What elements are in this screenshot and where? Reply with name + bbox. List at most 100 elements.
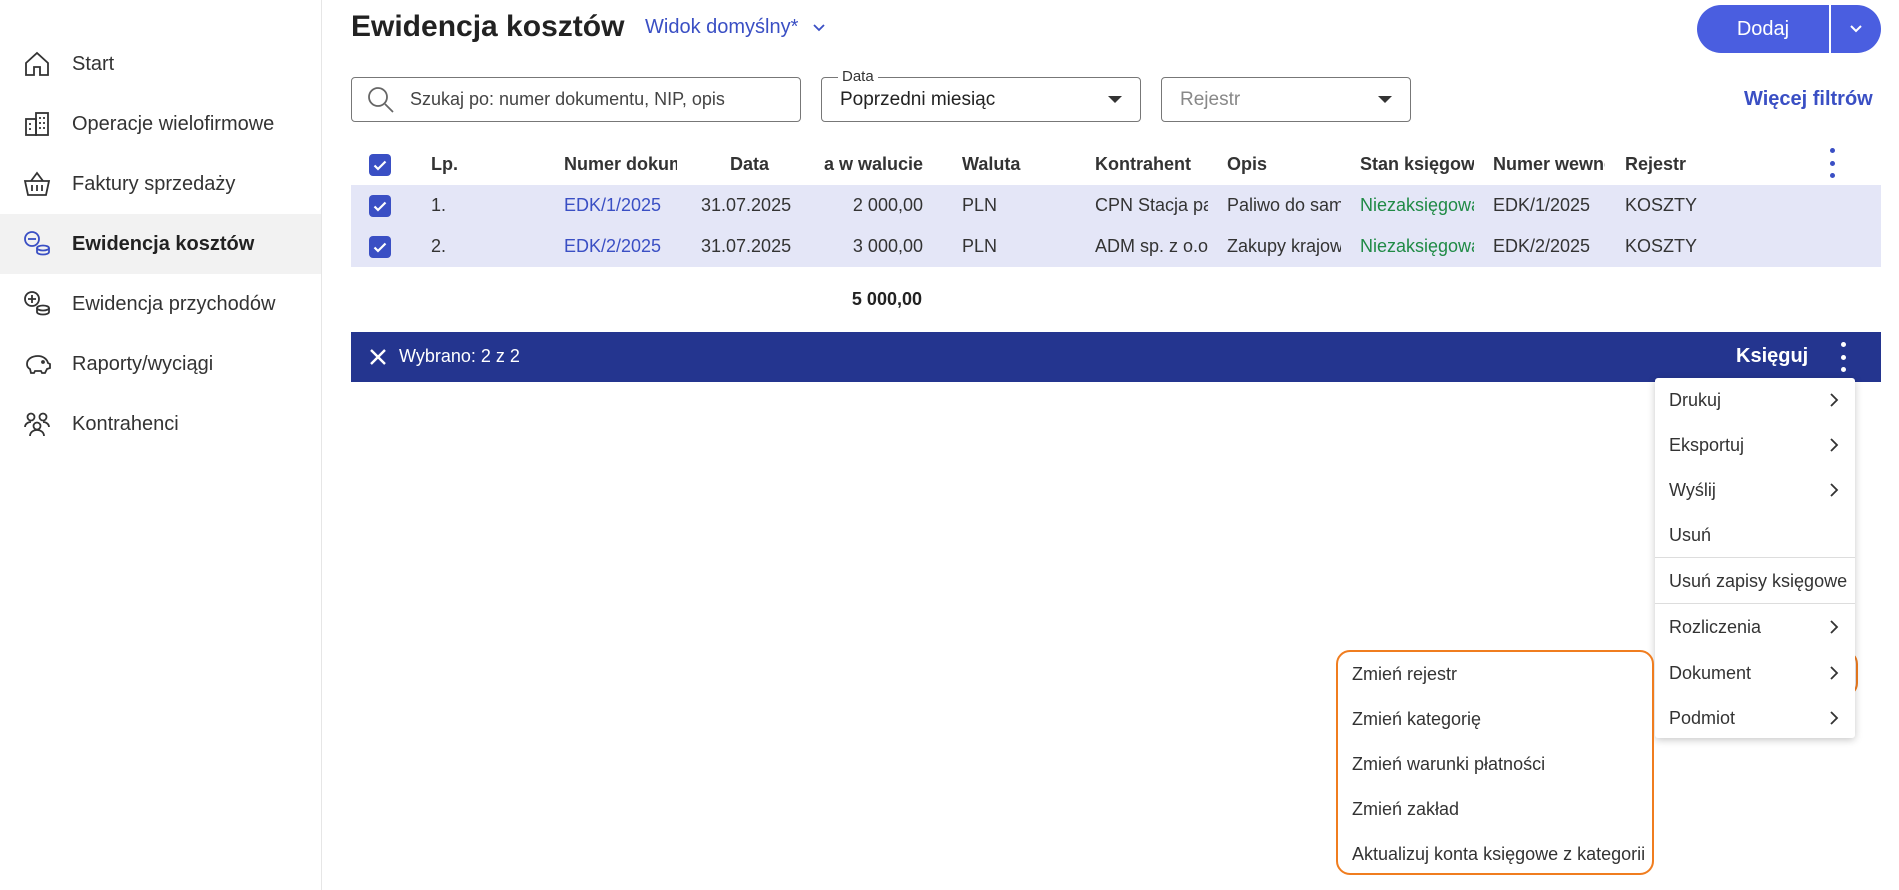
people-icon xyxy=(24,412,50,437)
cell-register: KOSZTY xyxy=(1625,195,1698,215)
column-header-internal-number[interactable]: Numer wewnę xyxy=(1493,154,1605,175)
sidebar-item-sales-invoices[interactable]: Faktury sprzedaży xyxy=(0,154,321,214)
cell-status: Niezaksięgowa xyxy=(1360,195,1474,215)
chevron-right-icon xyxy=(1830,483,1839,497)
add-options-button[interactable] xyxy=(1831,5,1881,53)
sidebar-item-costs[interactable]: Ewidencja kosztów xyxy=(0,214,321,274)
buildings-icon xyxy=(25,112,49,136)
submenu-item-change-payment-terms[interactable]: Zmień warunki płatności xyxy=(1338,742,1652,786)
table-total: 5 000,00 xyxy=(851,289,922,309)
cell-date: 31.07.2025 xyxy=(701,236,792,256)
post-button[interactable]: Księguj xyxy=(1736,345,1808,368)
register-filter[interactable]: Rejestr xyxy=(1161,77,1411,122)
cell-amount: 2 000,00 xyxy=(852,195,923,215)
cell-amount: 3 000,00 xyxy=(852,236,923,256)
cell-contractor: ADM sp. z o.o. xyxy=(1095,236,1208,256)
menu-item-label: Dokument xyxy=(1669,662,1752,683)
selection-count: Wybrano: 2 z 2 xyxy=(399,346,520,366)
sidebar-item-revenues[interactable]: Ewidencja przychodów xyxy=(0,274,321,334)
sidebar-item-contractors[interactable]: Kontrahenci xyxy=(0,394,321,454)
menu-item-document[interactable]: Dokument xyxy=(1655,651,1855,695)
add-button[interactable]: Dodaj xyxy=(1697,5,1831,53)
menu-item-label: Rozliczenia xyxy=(1669,616,1762,637)
chevron-right-icon xyxy=(1830,393,1839,407)
submenu-item-update-accounts[interactable]: Aktualizuj konta księgowe z kategorii xyxy=(1338,832,1652,876)
search-box xyxy=(351,77,801,122)
cell-contractor: CPN Stacja pa xyxy=(1095,195,1208,215)
column-header-register[interactable]: Rejestr xyxy=(1625,154,1725,175)
column-header-description[interactable]: Opis xyxy=(1227,154,1337,175)
column-header-contractor[interactable]: Kontrahent xyxy=(1095,154,1215,175)
cell-document-number[interactable]: EDK/2/2025 xyxy=(564,236,684,257)
cell-description: Paliwo do sam xyxy=(1227,195,1341,215)
menu-item-label: Drukuj xyxy=(1669,389,1722,410)
home-icon xyxy=(25,51,49,76)
more-options-icon[interactable] xyxy=(1837,342,1849,372)
page-title: Ewidencja kosztów xyxy=(351,10,625,43)
menu-item-print[interactable]: Drukuj xyxy=(1655,378,1855,422)
more-filters-link[interactable]: Więcej filtrów xyxy=(1744,88,1873,111)
sidebar-item-label: Raporty/wyciągi xyxy=(72,352,214,375)
menu-item-settlements[interactable]: Rozliczenia xyxy=(1655,605,1855,649)
cell-lp: 2. xyxy=(431,236,447,256)
menu-item-subject[interactable]: Podmiot xyxy=(1655,696,1855,740)
submenu-item-change-register[interactable]: Zmień rejestr xyxy=(1338,652,1652,696)
cell-status: Niezaksięgowa xyxy=(1360,236,1474,256)
cell-register: KOSZTY xyxy=(1625,236,1698,256)
column-options-icon[interactable] xyxy=(1824,148,1840,178)
register-filter-placeholder: Rejestr xyxy=(1180,88,1241,110)
column-header-number[interactable]: Numer dokum xyxy=(564,154,677,175)
coins-minus-icon xyxy=(24,231,50,256)
menu-item-send[interactable]: Wyślij xyxy=(1655,468,1855,512)
caret-down-icon xyxy=(1108,96,1122,103)
sidebar-item-label: Ewidencja przychodów xyxy=(72,292,276,315)
sidebar-item-label: Ewidencja kosztów xyxy=(72,232,255,255)
menu-item-delete[interactable]: Usuń xyxy=(1655,513,1855,557)
column-header-currency[interactable]: Waluta xyxy=(962,154,1082,175)
sidebar-item-start[interactable]: Start xyxy=(0,34,321,94)
menu-item-label: Usuń xyxy=(1669,524,1712,545)
sidebar-item-label: Kontrahenci xyxy=(72,412,179,435)
column-header-amount[interactable]: a w walucie xyxy=(808,154,923,175)
menu-item-delete-entries[interactable]: Usuń zapisy księgowe xyxy=(1655,559,1855,603)
column-header-lp[interactable]: Lp. xyxy=(431,154,531,175)
chevron-down-icon xyxy=(813,23,826,31)
close-icon[interactable] xyxy=(367,346,389,368)
coins-plus-icon xyxy=(24,291,50,316)
chevron-right-icon xyxy=(1830,438,1839,452)
menu-item-label: Podmiot xyxy=(1669,707,1736,728)
row-checkbox[interactable] xyxy=(369,236,391,258)
selection-bar: Wybrano: 2 z 2 Księguj xyxy=(351,332,1881,382)
column-header-status[interactable]: Stan księgowa xyxy=(1360,154,1474,175)
piggy-bank-icon xyxy=(26,355,51,374)
submenu-item-change-category[interactable]: Zmień kategorię xyxy=(1338,697,1652,741)
column-header-date[interactable]: Data xyxy=(730,154,770,175)
menu-item-label: Wyślij xyxy=(1669,479,1716,500)
sidebar: Start Operacje wielofirmowe Faktury sprz… xyxy=(0,0,322,890)
menu-item-label: Usuń zapisy księgowe xyxy=(1669,570,1848,591)
date-filter-label: Data xyxy=(838,68,878,85)
select-all-checkbox[interactable] xyxy=(369,154,391,176)
date-filter-value: Poprzedni miesiąc xyxy=(840,88,996,110)
cell-currency: PLN xyxy=(962,195,998,215)
sidebar-item-reports[interactable]: Raporty/wyciągi xyxy=(0,334,321,394)
row-checkbox[interactable] xyxy=(369,195,391,217)
menu-separator xyxy=(1655,557,1855,558)
search-icon xyxy=(368,86,394,113)
add-button-group: Dodaj xyxy=(1697,5,1881,53)
cell-document-number[interactable]: EDK/1/2025 xyxy=(564,195,684,216)
sidebar-item-multicompany[interactable]: Operacje wielofirmowe xyxy=(0,94,321,154)
basket-icon xyxy=(23,171,51,196)
sidebar-item-label: Operacje wielofirmowe xyxy=(72,112,275,135)
cell-date: 31.07.2025 xyxy=(701,195,792,215)
cell-internal-number: EDK/2/2025 xyxy=(1493,236,1591,256)
cell-lp: 1. xyxy=(431,195,447,215)
menu-item-export[interactable]: Eksportuj xyxy=(1655,423,1855,467)
sidebar-item-label: Faktury sprzedaży xyxy=(72,172,236,195)
search-input[interactable] xyxy=(410,89,770,110)
submenu-item-change-branch[interactable]: Zmień zakład xyxy=(1338,787,1652,831)
caret-down-icon xyxy=(1378,96,1392,103)
date-filter[interactable]: Data Poprzedni miesiąc xyxy=(821,68,1141,122)
view-selector[interactable]: Widok domyślny* xyxy=(645,16,826,39)
cell-description: Zakupy krajow xyxy=(1227,236,1341,256)
